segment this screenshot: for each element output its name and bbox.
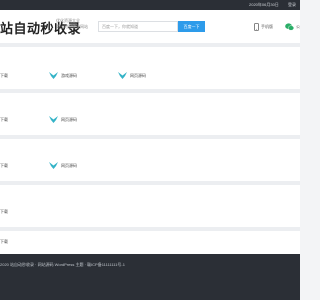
top-bar: 2020年06月30日 登录 — [0, 0, 300, 10]
row-item-download[interactable]: 下载 — [0, 117, 8, 123]
phone-icon — [254, 23, 259, 31]
bird-logo-icon — [49, 72, 58, 79]
item-label: 游戏源码 — [61, 72, 77, 78]
item-label: 下载 — [0, 163, 8, 168]
login-link[interactable]: 登录 — [288, 2, 296, 8]
slogan-line-2: 第一时间收录网站 — [56, 24, 88, 29]
bird-logo-icon — [49, 162, 58, 169]
mobile-version-link[interactable]: 手机版 — [254, 23, 273, 31]
item-label: 下载 — [0, 239, 8, 244]
row-panel: 下载 游戏源码 网页源码 — [0, 47, 300, 89]
wechat-icon — [285, 23, 294, 31]
search-input[interactable] — [98, 21, 178, 32]
row-panel: 下载 — [0, 185, 300, 227]
search-button[interactable]: 百度一下 — [178, 21, 205, 32]
row-panel: 下载 网页源码 — [0, 93, 300, 135]
list-row: 下载 网页源码 — [0, 89, 300, 135]
site-header: 站自动秒收录 优化资源大全 第一时间收录网站 百度一下 手机版 公 — [0, 10, 300, 43]
footer-copyright: 2020 站自动秒收录 · 网站源码 WordPress 主题 · 赣ICP备1… — [0, 262, 125, 267]
row-item-web-source[interactable]: 网页源码 — [49, 162, 77, 169]
item-label: 网页源码 — [61, 162, 77, 168]
list-row: 下载 — [0, 181, 300, 227]
bird-logo-icon — [118, 72, 127, 79]
row-panel: 下载 网页源码 — [0, 139, 300, 181]
current-date: 2020年06月30日 — [249, 2, 279, 7]
item-label: 下载 — [0, 73, 8, 78]
row-item-download[interactable]: 下载 — [0, 239, 8, 245]
row-item-download[interactable]: 下载 — [0, 73, 8, 79]
row-item-game-source[interactable]: 游戏源码 — [49, 72, 77, 79]
row-item-web-source[interactable]: 网页源码 — [118, 72, 146, 79]
item-label: 下载 — [0, 117, 8, 122]
list-row: 下载 游戏源码 网页源码 — [0, 43, 300, 89]
content-list: 下载 游戏源码 网页源码 下载 网页源码 下载 网页源码 下载 下载 — [0, 43, 300, 254]
list-row: 下载 网页源码 — [0, 135, 300, 181]
site-footer: 2020 站自动秒收录 · 网站源码 WordPress 主题 · 赣ICP备1… — [0, 254, 300, 300]
row-panel: 下载 — [0, 231, 300, 254]
list-row: 下载 — [0, 227, 300, 254]
site-slogan: 优化资源大全 第一时间收录网站 — [56, 18, 88, 30]
item-label: 网页源码 — [130, 72, 146, 78]
row-item-download[interactable]: 下载 — [0, 163, 8, 169]
item-label: 下载 — [0, 209, 8, 214]
bird-logo-icon — [49, 116, 58, 123]
wechat-link[interactable]: 公 — [285, 23, 300, 31]
item-label: 网页源码 — [61, 116, 77, 122]
wechat-label: 公 — [296, 24, 300, 29]
row-item-download[interactable]: 下载 — [0, 209, 8, 215]
row-item-web-source[interactable]: 网页源码 — [49, 116, 77, 123]
mobile-label: 手机版 — [261, 24, 273, 29]
